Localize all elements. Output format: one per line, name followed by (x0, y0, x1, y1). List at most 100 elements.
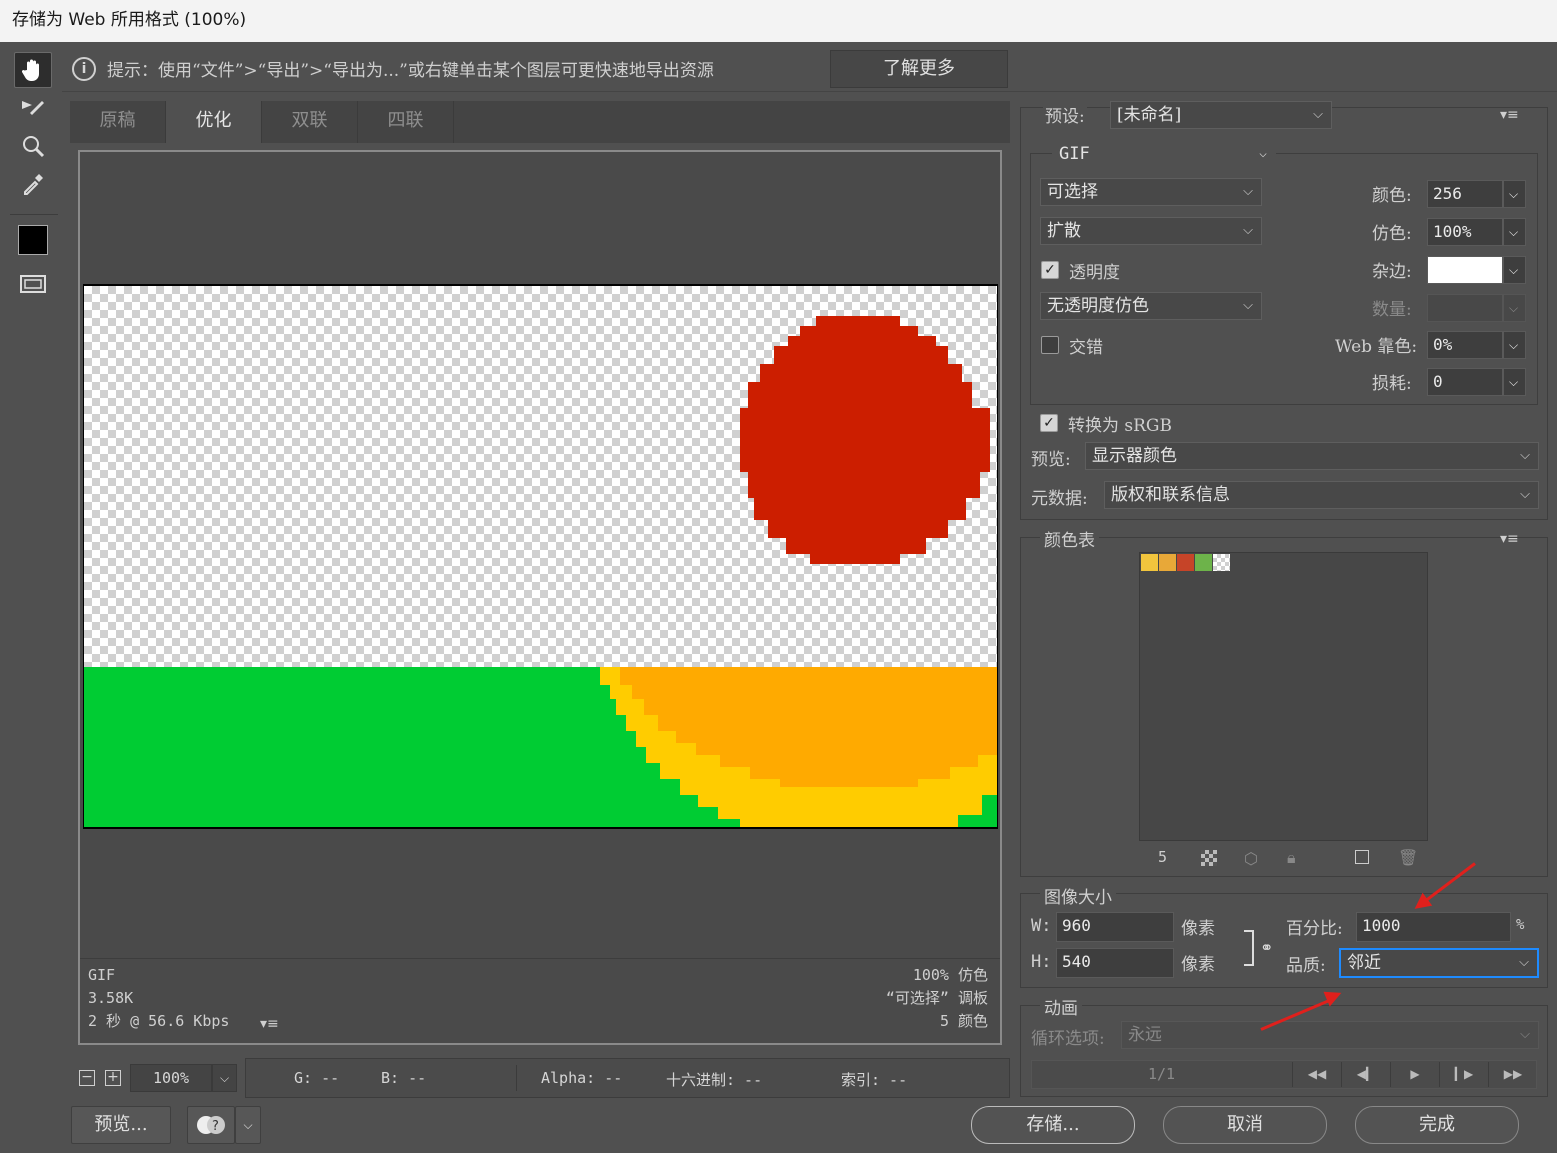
color-table-menu-icon[interactable]: ▾≡ (1500, 531, 1519, 547)
interlaced-checkbox[interactable] (1041, 336, 1059, 354)
swatch-3[interactable] (1177, 554, 1194, 571)
colors-field[interactable]: 256 (1427, 180, 1503, 208)
zoom-level-field[interactable]: 100% (130, 1064, 212, 1092)
link-chain-icon[interactable]: ⚭ (1260, 938, 1273, 957)
matte-chevron-icon[interactable]: ⌵ (1503, 256, 1526, 284)
chevron-down-icon: ⌵ (1520, 487, 1530, 502)
tab-original[interactable]: 原稿 (70, 101, 166, 143)
info-colors: 5 颜色 (939, 1012, 988, 1030)
done-button[interactable]: 完成 (1355, 1106, 1519, 1144)
preset-menu-icon[interactable]: ▾≡ (1500, 107, 1519, 123)
sand-shape (600, 667, 997, 827)
info-dither: 100% 仿色 (912, 966, 988, 984)
save-button[interactable]: 存储... (971, 1106, 1135, 1144)
dither-field[interactable]: 100% (1427, 218, 1503, 246)
dither-algorithm-dropdown[interactable]: 扩散 ⌵ (1040, 217, 1262, 245)
transparency-checkbox[interactable]: ✓ (1041, 261, 1059, 279)
toggle-slice-visibility-icon[interactable] (14, 266, 52, 302)
color-table-grid[interactable] (1139, 552, 1428, 841)
browser-select-chevron-icon[interactable]: ⌵ (235, 1106, 261, 1144)
last-frame-icon[interactable]: ▶▶ (1488, 1062, 1537, 1087)
convert-srgb-label: 转换为 sRGB (1068, 416, 1173, 436)
interlaced-label: 交错 (1069, 338, 1103, 358)
convert-srgb-checkbox[interactable]: ✓ (1040, 414, 1058, 432)
metadata-dropdown[interactable]: 版权和联系信息 ⌵ (1104, 481, 1539, 509)
dither-algorithm-value: 扩散 (1047, 221, 1081, 241)
loop-dropdown: 永远 ⌵ (1121, 1021, 1539, 1049)
first-frame-icon[interactable]: ◀◀ (1292, 1062, 1341, 1087)
hand-tool-icon[interactable] (14, 52, 52, 88)
eyedropper-tool-icon[interactable] (14, 166, 52, 202)
tab-4-up[interactable]: 四联 (358, 101, 454, 143)
chevron-down-icon: ⌵ (1243, 184, 1253, 199)
amount-chevron-icon: ⌵ (1503, 294, 1526, 322)
delete-color-trash-icon[interactable]: 🗑︎ (1398, 848, 1418, 867)
next-frame-icon[interactable]: ▎▶ (1439, 1062, 1488, 1087)
loop-label: 循环选项: (1031, 1029, 1105, 1049)
zoom-in-button[interactable]: + (105, 1070, 121, 1086)
web-snap-label: Web 靠色: (1335, 337, 1418, 357)
download-speed-menu-icon[interactable]: ▾≡ (260, 1016, 279, 1032)
status-g: G: -- (294, 1069, 340, 1087)
loop-value: 永远 (1128, 1025, 1162, 1045)
swatch-transparent[interactable] (1213, 554, 1230, 571)
view-tabs: 原稿 优化 双联 四联 (70, 101, 1010, 143)
chevron-down-icon: ⌵ (1259, 146, 1267, 161)
learn-more-button[interactable]: 了解更多 (830, 50, 1008, 88)
percent-field[interactable]: 1000 (1356, 912, 1511, 942)
width-field[interactable]: 960 (1056, 912, 1174, 942)
zoom-tool-icon[interactable] (14, 128, 52, 164)
info-palette: “可选择” 调板 (885, 989, 988, 1007)
status-hex: 十六进制: -- (666, 1071, 763, 1089)
constrain-bracket (1244, 930, 1254, 966)
metadata-label: 元数据: (1031, 489, 1088, 509)
dither-chevron-icon[interactable]: ⌵ (1503, 218, 1526, 246)
format-dropdown[interactable]: GIF ⌵ (1052, 140, 1276, 168)
zoom-out-button[interactable]: − (79, 1070, 95, 1086)
preview-pane[interactable]: GIF 3.58K 2 秒 @ 56.6 Kbps ▾≡ 100% 仿色 “可选… (78, 150, 1002, 1045)
chevron-down-icon: ⌵ (1243, 223, 1253, 238)
matte-label: 杂边: (1372, 262, 1412, 282)
new-color-icon[interactable] (1355, 850, 1369, 864)
quality-label: 品质: (1286, 956, 1326, 976)
swatch-1[interactable] (1141, 554, 1158, 571)
tab-optimized[interactable]: 优化 (166, 101, 262, 143)
quality-dropdown[interactable]: 邻近 ⌵ (1339, 948, 1539, 978)
swatch-2[interactable] (1159, 554, 1176, 571)
lock-color-icon[interactable]: 🔒︎ (1287, 848, 1296, 868)
preview-color-dropdown[interactable]: 显示器颜色 ⌵ (1085, 442, 1539, 470)
image-size-title: 图像大小 (1040, 883, 1116, 908)
zoom-dropdown-chevron-icon[interactable]: ⌵ (212, 1064, 237, 1092)
cancel-button[interactable]: 取消 (1163, 1106, 1327, 1144)
web-snap-chevron-icon[interactable]: ⌵ (1503, 331, 1526, 359)
web-shift-cube-icon[interactable]: ⬡ (1244, 849, 1258, 868)
slice-select-tool-icon[interactable] (14, 90, 52, 126)
play-icon[interactable]: ▶ (1390, 1062, 1439, 1087)
height-label: H: (1031, 952, 1052, 972)
transparency-dither-dropdown[interactable]: 无透明度仿色 ⌵ (1040, 292, 1262, 320)
swatch-4[interactable] (1195, 554, 1212, 571)
matte-color-swatch[interactable] (1427, 256, 1503, 284)
prev-frame-icon[interactable]: ◀▎ (1341, 1062, 1390, 1087)
width-unit: 像素 (1181, 919, 1215, 939)
preset-dropdown[interactable]: [未命名] ⌵ (1110, 101, 1332, 129)
color-reduction-dropdown[interactable]: 可选择 ⌵ (1040, 178, 1262, 206)
preset-label: 预设: (1043, 102, 1087, 127)
eyedropper-color-swatch[interactable] (14, 222, 52, 258)
hint-text: 提示：使用“文件”>“导出”>“导出为...”或右键单击某个图层可更快速地导出资… (107, 61, 714, 81)
height-field[interactable]: 540 (1056, 948, 1174, 978)
browser-preview-icon[interactable]: ? (187, 1106, 235, 1144)
annotation-arrowhead-quality (1323, 985, 1345, 1007)
hint-bar: i 提示：使用“文件”>“导出”>“导出为...”或右键单击某个图层可更快速地导… (62, 44, 1557, 92)
lossy-field[interactable]: 0 (1427, 368, 1503, 396)
chevron-down-icon: ⌵ (1519, 955, 1529, 970)
tab-2-up[interactable]: 双联 (262, 101, 358, 143)
preview-button[interactable]: 预览... (71, 1106, 171, 1144)
lossy-chevron-icon[interactable]: ⌵ (1503, 368, 1526, 396)
colors-chevron-icon[interactable]: ⌵ (1503, 180, 1526, 208)
transparent-map-icon[interactable] (1201, 850, 1217, 866)
metadata-value: 版权和联系信息 (1111, 485, 1230, 505)
tool-rail (6, 44, 62, 1099)
dither-label: 仿色: (1372, 224, 1412, 244)
web-snap-field[interactable]: 0% (1427, 331, 1503, 359)
